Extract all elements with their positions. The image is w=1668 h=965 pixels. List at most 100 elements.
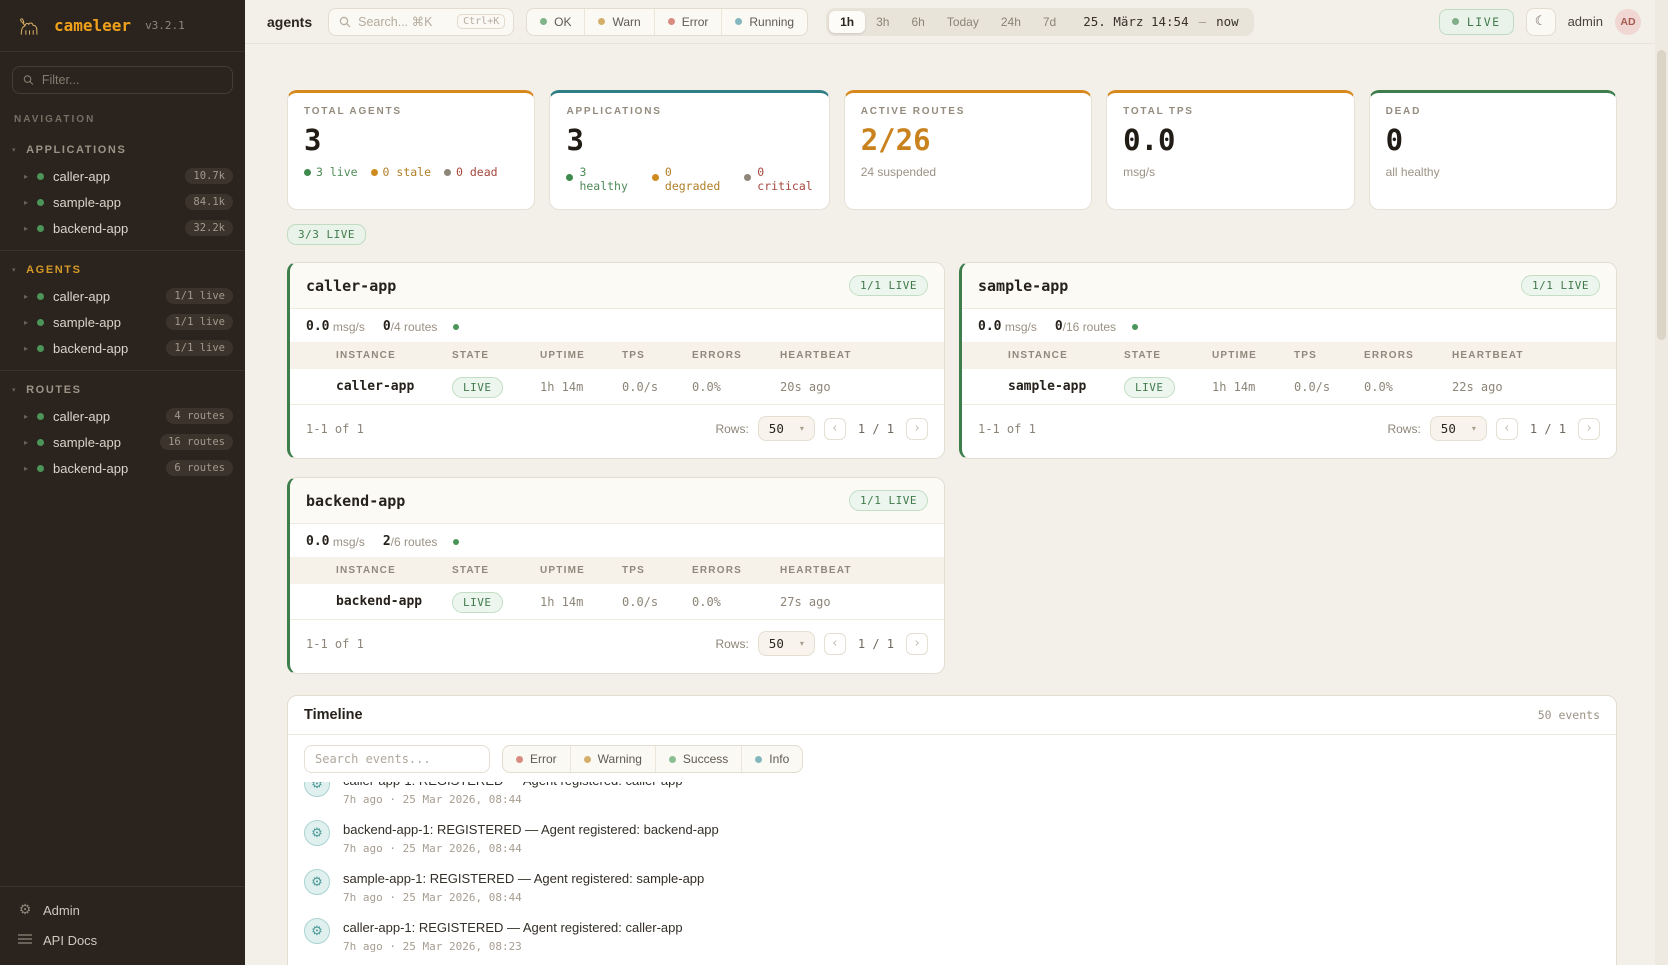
routes-total: /4 routes [391, 320, 438, 334]
filter-running-button[interactable]: Running [721, 9, 807, 35]
filter-ok-button[interactable]: OK [527, 9, 584, 35]
filter-info-button[interactable]: Info [741, 746, 802, 772]
range-1h-button[interactable]: 1h [829, 11, 865, 33]
cell-heartbeat: 22s ago [1444, 369, 1616, 405]
range-today-button[interactable]: Today [936, 11, 990, 33]
sidebar-item-backend-app[interactable]: ▸ backend-app 32.2k [0, 215, 245, 241]
sidebar-item-api-docs[interactable]: API Docs [0, 925, 245, 955]
filter-label: Error [530, 752, 557, 766]
prev-page-button[interactable]: ‹ [1496, 418, 1518, 440]
live-count-badge: 1/1 LIVE [849, 490, 928, 511]
table-row[interactable]: backend-app LIVE 1h 14m 0.0/s 0.0% 27s a… [290, 584, 944, 620]
table-header-row: INSTANCE STATE UPTIME TPS ERRORS HEARTBE… [290, 557, 944, 584]
time-range-display[interactable]: 25. März 14:54 — now [1067, 14, 1250, 29]
next-page-button[interactable]: › [906, 418, 928, 440]
status-dot [37, 199, 44, 206]
legend-num: 3 [579, 165, 586, 179]
status-dot [37, 345, 44, 352]
col-state: STATE [444, 342, 532, 369]
section-header-applications[interactable]: ▾ APPLICATIONS [0, 138, 245, 163]
table-row[interactable]: caller-app LIVE 1h 14m 0.0/s 0.0% 20s ag… [290, 369, 944, 405]
app-stats-row: 0.0 msg/s 2/6 routes [290, 524, 944, 557]
filter-warn-button[interactable]: Warn [584, 9, 653, 35]
rows-per-page-select[interactable]: 50 ▾ [1430, 416, 1487, 441]
event-item[interactable]: ⚙ sample-app-1: REGISTERED — Agent regis… [304, 869, 1600, 904]
cell-uptime: 1h 14m [1204, 369, 1286, 405]
range-24h-button[interactable]: 24h [990, 11, 1032, 33]
next-page-button[interactable]: › [1578, 418, 1600, 440]
topbar: agents Ctrl+K OK Warn [245, 0, 1668, 44]
app-card-header[interactable]: sample-app 1/1 LIVE [962, 263, 1616, 309]
rows-per-page-select[interactable]: 50 ▾ [758, 416, 815, 441]
event-item[interactable]: ⚙ backend-app-1: REGISTERED — Agent regi… [304, 820, 1600, 855]
app-card-header[interactable]: caller-app 1/1 LIVE [290, 263, 944, 309]
section-header-routes[interactable]: ▾ ROUTES [0, 378, 245, 403]
cell-instance: sample-app [1000, 369, 1116, 405]
filter-warning-button[interactable]: Warning [570, 746, 655, 772]
page-scrollbar[interactable] [1655, 0, 1668, 965]
sidebar-item-agent-caller-app[interactable]: ▸ caller-app 1/1 live [0, 283, 245, 309]
table-row[interactable]: sample-app LIVE 1h 14m 0.0/s 0.0% 22s ag… [962, 369, 1616, 405]
rows-per-page-select[interactable]: 50 ▾ [758, 631, 815, 656]
stat-value: 0.0 [1123, 126, 1337, 155]
username: admin [1568, 14, 1603, 29]
sidebar-item-routes-backend-app[interactable]: ▸ backend-app 6 routes [0, 455, 245, 481]
event-search[interactable] [304, 745, 490, 773]
filter-error-button[interactable]: Error [654, 9, 722, 35]
avatar[interactable]: AD [1615, 9, 1641, 35]
sparkline-dot-icon [453, 324, 459, 330]
section-header-agents[interactable]: ▾ AGENTS [0, 258, 245, 283]
cell-uptime: 1h 14m [532, 369, 614, 405]
range-6h-button[interactable]: 6h [900, 11, 935, 33]
next-page-button[interactable]: › [906, 633, 928, 655]
sidebar-item-agent-sample-app[interactable]: ▸ sample-app 1/1 live [0, 309, 245, 335]
global-search[interactable]: Ctrl+K [328, 8, 514, 36]
stat-value: 0 [1386, 126, 1600, 155]
sidebar-filter[interactable] [12, 66, 233, 94]
sidebar-item-agent-backend-app[interactable]: ▸ backend-app 1/1 live [0, 335, 245, 361]
item-label: sample-app [53, 435, 121, 450]
sidebar-item-sample-app[interactable]: ▸ sample-app 84.1k [0, 189, 245, 215]
legend-stale: 0 stale [383, 165, 431, 179]
cell-heartbeat: 20s ago [772, 369, 944, 405]
item-label: caller-app [53, 169, 110, 184]
filter-label: Info [769, 752, 789, 766]
prev-page-button[interactable]: ‹ [824, 418, 846, 440]
event-item[interactable]: ⚙ caller-app-1: REGISTERED — Agent regis… [304, 918, 1600, 953]
stat-sub: 24 suspended [861, 165, 1075, 179]
event-item[interactable]: ⚙ caller-app-1: REGISTERED — Agent regis… [304, 782, 1600, 806]
sidebar-item-caller-app[interactable]: ▸ caller-app 10.7k [0, 163, 245, 189]
sidebar-filter-input[interactable] [42, 73, 222, 87]
stat-label: TOTAL TPS [1123, 106, 1337, 117]
range-3h-button[interactable]: 3h [865, 11, 900, 33]
range-7d-button[interactable]: 7d [1032, 11, 1067, 33]
theme-toggle-button[interactable]: ☾ [1526, 8, 1556, 36]
sidebar-item-routes-caller-app[interactable]: ▸ caller-app 4 routes [0, 403, 245, 429]
col-instance: INSTANCE [1000, 342, 1116, 369]
stat-card-dead: DEAD 0 all healthy [1369, 90, 1617, 210]
filter-success-button[interactable]: Success [655, 746, 741, 772]
gear-icon: ⚙ [18, 902, 32, 918]
routes-active: 0 [1055, 319, 1063, 334]
live-status-badge: LIVE [1439, 9, 1514, 35]
sidebar-item-routes-sample-app[interactable]: ▸ sample-app 16 routes [0, 429, 245, 455]
filter-error-button[interactable]: Error [503, 746, 570, 772]
running-dot-icon [735, 18, 742, 25]
stat-sub: msg/s [1123, 165, 1337, 179]
search-input[interactable] [358, 15, 450, 29]
routes-active: 2 [383, 534, 391, 549]
scrollbar-thumb[interactable] [1657, 50, 1666, 340]
success-dot-icon [669, 756, 676, 763]
stat-label: DEAD [1386, 106, 1600, 117]
app-card-header[interactable]: backend-app 1/1 LIVE [290, 478, 944, 524]
event-list[interactable]: ⚙ caller-app-1: REGISTERED — Agent regis… [288, 782, 1616, 965]
event-message: caller-app-1: REGISTERED — Agent registe… [343, 920, 683, 935]
col-errors: ERRORS [684, 557, 772, 584]
healthy-dot-icon [566, 174, 573, 181]
event-search-input[interactable] [315, 752, 479, 766]
sidebar-item-admin[interactable]: ⚙ Admin [0, 895, 245, 925]
col-heartbeat: HEARTBEAT [1444, 342, 1616, 369]
tps-unit: msg/s [333, 535, 365, 549]
prev-page-button[interactable]: ‹ [824, 633, 846, 655]
app-stats-row: 0.0 msg/s 0/4 routes [290, 309, 944, 342]
